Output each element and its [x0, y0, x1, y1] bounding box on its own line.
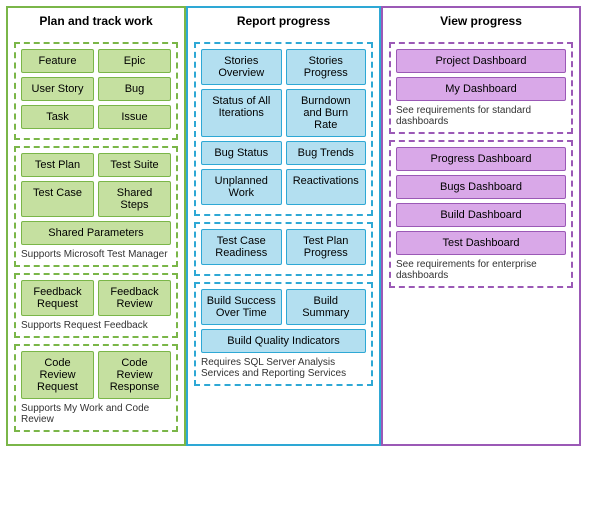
- view-testdashboard[interactable]: Test Dashboard: [396, 231, 566, 255]
- report-bugstatus[interactable]: Bug Status: [201, 141, 282, 165]
- plan-userstory[interactable]: User Story: [21, 77, 94, 101]
- view-enterprise-label: See requirements for enterprise dashboar…: [396, 259, 566, 281]
- report-row-1: Stories Overview Stories Progress: [201, 49, 366, 85]
- report-buildqualityindicators[interactable]: Build Quality Indicators: [201, 329, 366, 353]
- view-progressdashboard[interactable]: Progress Dashboard: [396, 147, 566, 171]
- report-buildsummary[interactable]: Build Summary: [286, 289, 367, 325]
- plan-section-test: Test Plan Test Suite Test Case Shared St…: [14, 146, 178, 267]
- plan-testcase[interactable]: Test Case: [21, 181, 94, 217]
- plan-row-t2: Test Case Shared Steps: [21, 181, 171, 217]
- plan-section-feedback: Feedback Request Feedback Review Support…: [14, 273, 178, 338]
- plan-codereviewresponse[interactable]: Code Review Response: [98, 351, 171, 399]
- view-bugsdashboard[interactable]: Bugs Dashboard: [396, 175, 566, 199]
- plan-test-label: Supports Microsoft Test Manager: [21, 249, 171, 260]
- report-row-b1: Build Success Over Time Build Summary: [201, 289, 366, 325]
- plan-sharedsteps[interactable]: Shared Steps: [98, 181, 171, 217]
- plan-testplan[interactable]: Test Plan: [21, 153, 94, 177]
- plan-codereviewrequest[interactable]: Code Review Request: [21, 351, 94, 399]
- view-body: Project Dashboard My Dashboard See requi…: [381, 36, 581, 446]
- view-section-enterprise: Progress Dashboard Bugs Dashboard Build …: [389, 140, 573, 288]
- plan-row-t3: Shared Parameters: [21, 221, 171, 245]
- report-burndown[interactable]: Burndown and Burn Rate: [286, 89, 367, 137]
- plan-section-codereview: Code Review Request Code Review Response…: [14, 344, 178, 432]
- plan-header-label: Plan and track work: [39, 14, 152, 28]
- report-section-test: Test Case Readiness Test Plan Progress: [194, 222, 373, 276]
- report-testplanprogress[interactable]: Test Plan Progress: [286, 229, 367, 265]
- view-projectdashboard[interactable]: Project Dashboard: [396, 49, 566, 73]
- plan-issue[interactable]: Issue: [98, 105, 171, 129]
- plan-row-t1: Test Plan Test Suite: [21, 153, 171, 177]
- plan-row-f1: Feedback Request Feedback Review: [21, 280, 171, 316]
- report-testcasereadiness[interactable]: Test Case Readiness: [201, 229, 282, 265]
- view-section-standard: Project Dashboard My Dashboard See requi…: [389, 42, 573, 134]
- report-body: Stories Overview Stories Progress Status…: [186, 36, 381, 446]
- report-build-label: Requires SQL Server Analysis Services an…: [201, 357, 366, 379]
- plan-feedbackreview[interactable]: Feedback Review: [98, 280, 171, 316]
- report-row-tc: Test Case Readiness Test Plan Progress: [201, 229, 366, 265]
- main-grid: Plan and track work Report progress View…: [0, 0, 603, 452]
- report-statusalliterations[interactable]: Status of All Iterations: [201, 89, 282, 137]
- report-row-4: Unplanned Work Reactivations: [201, 169, 366, 205]
- report-storiesprogress[interactable]: Stories Progress: [286, 49, 367, 85]
- plan-header: Plan and track work: [6, 6, 186, 36]
- plan-epic[interactable]: Epic: [98, 49, 171, 73]
- plan-codereview-label: Supports My Work and Code Review: [21, 403, 171, 425]
- view-header: View progress: [381, 6, 581, 36]
- view-mydashboard[interactable]: My Dashboard: [396, 77, 566, 101]
- plan-task[interactable]: Task: [21, 105, 94, 129]
- report-storiesoverview[interactable]: Stories Overview: [201, 49, 282, 85]
- plan-body: Feature Epic User Story Bug Task Issue T…: [6, 36, 186, 446]
- plan-row-1: Feature Epic: [21, 49, 171, 73]
- view-header-label: View progress: [440, 14, 522, 28]
- report-bugtrends[interactable]: Bug Trends: [286, 141, 367, 165]
- plan-section-workitems: Feature Epic User Story Bug Task Issue: [14, 42, 178, 140]
- report-buildsuccessovertime[interactable]: Build Success Over Time: [201, 289, 282, 325]
- report-header-label: Report progress: [237, 14, 330, 28]
- plan-feature[interactable]: Feature: [21, 49, 94, 73]
- report-unplannedwork[interactable]: Unplanned Work: [201, 169, 282, 205]
- plan-testsuite[interactable]: Test Suite: [98, 153, 171, 177]
- report-section-main: Stories Overview Stories Progress Status…: [194, 42, 373, 216]
- report-header: Report progress: [186, 6, 381, 36]
- plan-feedbackrequest[interactable]: Feedback Request: [21, 280, 94, 316]
- view-standard-label: See requirements for standard dashboards: [396, 105, 566, 127]
- report-reactivations[interactable]: Reactivations: [286, 169, 367, 205]
- view-builddashboard[interactable]: Build Dashboard: [396, 203, 566, 227]
- plan-row-2: User Story Bug: [21, 77, 171, 101]
- plan-bug[interactable]: Bug: [98, 77, 171, 101]
- plan-feedback-label: Supports Request Feedback: [21, 320, 171, 331]
- plan-row-3: Task Issue: [21, 105, 171, 129]
- plan-row-c1: Code Review Request Code Review Response: [21, 351, 171, 399]
- report-row-b2: Build Quality Indicators: [201, 329, 366, 353]
- report-section-build: Build Success Over Time Build Summary Bu…: [194, 282, 373, 386]
- report-row-2: Status of All Iterations Burndown and Bu…: [201, 89, 366, 137]
- plan-sharedparams[interactable]: Shared Parameters: [21, 221, 171, 245]
- report-row-3: Bug Status Bug Trends: [201, 141, 366, 165]
